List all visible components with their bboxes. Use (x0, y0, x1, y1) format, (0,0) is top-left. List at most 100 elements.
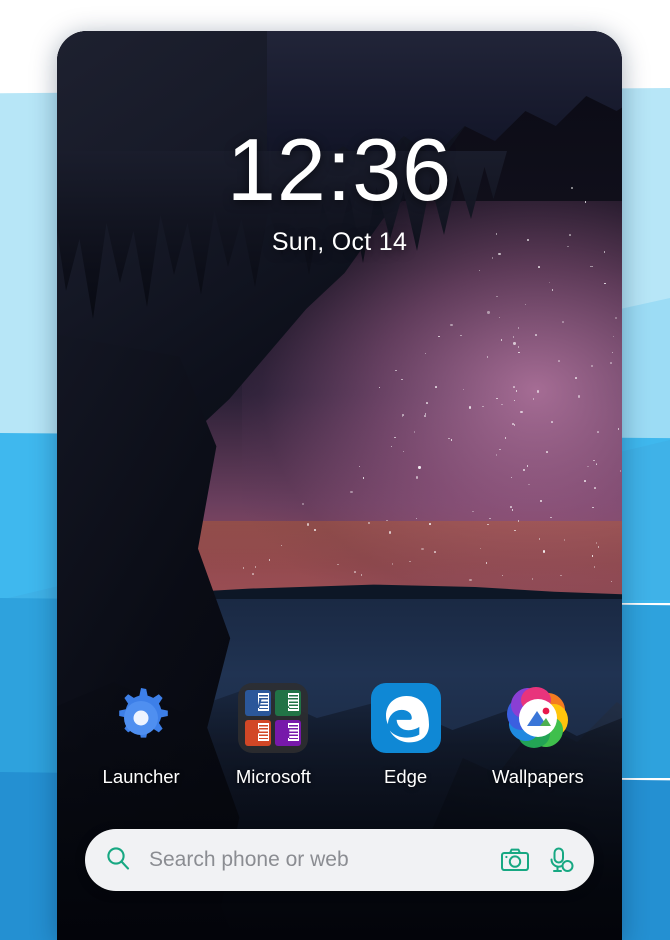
wallpaper-star (584, 201, 587, 203)
wallpaper-star (501, 574, 504, 577)
wallpaper-star (593, 459, 595, 462)
excel-letter: X (279, 694, 290, 712)
wallpaper-star (517, 520, 520, 522)
wallpaper-star (591, 555, 593, 557)
wallpaper-star (531, 578, 534, 580)
wallpaper-star (498, 316, 501, 319)
wallpaper-star (551, 289, 554, 291)
microsoft-folder-wrap[interactable]: W X P N (236, 681, 310, 755)
wallpaper-star (548, 281, 551, 284)
wallpaper-image (57, 31, 622, 940)
microsoft-folder-icon[interactable]: W X P N (238, 683, 309, 753)
wallpaper-star (487, 311, 490, 314)
wallpapers-icon-wrap[interactable] (501, 681, 575, 755)
wallpaper-star (337, 563, 339, 566)
wallpaper-star (563, 539, 566, 541)
wallpaper-star (434, 551, 436, 553)
wallpaper-star (402, 450, 405, 453)
wallpaper-star (517, 346, 520, 348)
wallpaper-star (242, 567, 245, 569)
wallpaper-star (495, 454, 498, 456)
wallpaper-star (597, 546, 600, 548)
wallpaper-star (460, 334, 462, 337)
wallpaper-star (584, 480, 586, 482)
wallpaper-star (450, 324, 453, 327)
search-bar[interactable]: Search phone or web (85, 829, 594, 891)
wallpaper-star (462, 388, 465, 391)
wallpaper-star (489, 517, 491, 520)
app-label-microsoft: Microsoft (235, 766, 311, 787)
camera-icon[interactable] (500, 847, 530, 873)
wallpaper-star (429, 523, 431, 525)
wallpaper-star (378, 386, 381, 389)
wallpaper-star (416, 476, 419, 479)
wallpaper-star (526, 465, 529, 467)
microphone-icon[interactable] (546, 846, 574, 874)
wallpaper-star (280, 544, 283, 547)
wallpaper-star (520, 410, 523, 414)
powerpoint-page-glyph (258, 723, 270, 741)
wallpaper-star (535, 334, 537, 336)
wallpaper-star (569, 234, 571, 236)
wallpaper-star (550, 516, 552, 519)
wallpaper-star (542, 550, 546, 553)
wallpaper-star (394, 436, 396, 439)
wallpaper-star (587, 465, 589, 468)
edge-browser-icon (370, 683, 441, 753)
word-app-icon[interactable]: W (245, 690, 272, 716)
wallpaper-star (611, 351, 613, 354)
wallpaper-star (570, 186, 574, 190)
launcher-icon-wrap[interactable] (104, 681, 178, 755)
wallpaper-star (514, 529, 516, 532)
wallpaper-star (499, 448, 501, 451)
excel-app-icon[interactable]: X (275, 690, 302, 716)
wallpaper-star (472, 510, 474, 513)
wallpaper-star (362, 477, 365, 479)
excel-page-glyph (288, 693, 300, 711)
wallpaper-star (486, 356, 489, 358)
wallpaper-star (518, 351, 520, 354)
phone-device: 12:36 Sun, Oct 14 Launcher W X P N Micro… (57, 31, 622, 940)
wallpaper-star (522, 468, 525, 472)
wallpaper-star (500, 339, 503, 341)
wallpaper-star (388, 531, 392, 534)
wallpaper-star (614, 317, 618, 320)
wallpaper-star (590, 365, 594, 368)
wallpaper-star (390, 445, 393, 448)
wallpaper-star (538, 266, 540, 268)
edge-icon-wrap[interactable] (369, 681, 443, 755)
wallpaper-star (482, 405, 484, 408)
wallpaper-star (595, 542, 598, 544)
wallpaper-star (252, 573, 254, 575)
wallpaper-star (254, 566, 257, 568)
wallpaper-star (409, 560, 411, 563)
wallpaper-star (498, 253, 501, 256)
wallpaper-star (479, 547, 482, 550)
app-item-edge[interactable]: Edge (347, 681, 465, 788)
app-item-microsoft-folder[interactable]: W X P N Microsoft (214, 681, 332, 788)
wallpaper-star (438, 335, 440, 338)
app-item-wallpapers[interactable]: Wallpapers (479, 681, 597, 788)
wallpaper-star (386, 519, 388, 522)
wallpaper-star (306, 523, 310, 526)
wallpaper-star (610, 362, 612, 364)
app-label-wallpapers: Wallpapers (491, 766, 584, 787)
search-input[interactable]: Search phone or web (149, 848, 484, 872)
wallpaper-star (532, 398, 535, 400)
wallpaper-star (512, 336, 515, 338)
wallpaper-star (395, 369, 397, 372)
wallpaper-star (469, 578, 472, 582)
app-item-launcher[interactable]: Launcher (82, 681, 200, 788)
wallpaper-star (558, 360, 560, 362)
screenshot-stage: 12:36 Sun, Oct 14 Launcher W X P N Micro… (0, 0, 670, 940)
wallpaper-star (510, 476, 513, 479)
wallpaper-star (551, 421, 553, 423)
wallpaper-star (612, 335, 615, 338)
wallpaper-star (575, 377, 577, 379)
onenote-app-icon[interactable]: N (275, 720, 302, 746)
wallpaper-star (350, 490, 353, 494)
wallpaper-star (478, 269, 481, 272)
powerpoint-app-icon[interactable]: P (245, 720, 272, 746)
wallpaper-star (468, 406, 471, 409)
wallpaper-star (421, 548, 424, 551)
